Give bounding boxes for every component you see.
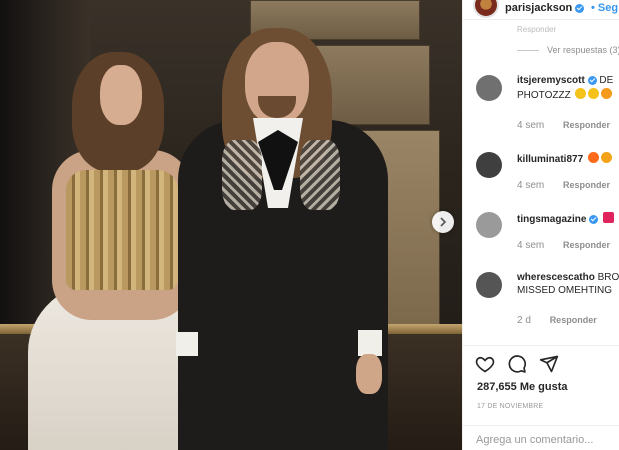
comment-time: 4 sem xyxy=(517,180,545,191)
verified-badge-icon xyxy=(589,214,599,224)
comment-meta: 2 d Responder xyxy=(517,315,597,326)
comment-text-line: PHOTOZZZ xyxy=(517,88,613,101)
comment-username[interactable]: wherescescatho BRO xyxy=(517,272,619,283)
comment-username-text: wherescescatho xyxy=(517,272,595,283)
comment-username-text: tingsmagazine xyxy=(517,214,587,225)
view-replies-link[interactable]: Ver respuestas (3) xyxy=(517,45,619,55)
comment-time: 2 d xyxy=(517,315,531,326)
comment-time: 4 sem xyxy=(517,240,545,251)
follow-button[interactable]: • Seg xyxy=(591,2,618,14)
comment-username[interactable]: killuminati877 xyxy=(517,152,612,165)
reply-button[interactable]: Responder xyxy=(563,240,610,250)
avatar[interactable] xyxy=(473,0,499,18)
comment-box xyxy=(463,425,619,450)
reply-button[interactable]: Responder xyxy=(563,120,610,130)
avatar[interactable] xyxy=(476,272,502,298)
comment-time: 4 sem xyxy=(517,120,545,131)
comment-meta: 4 sem Responder xyxy=(517,120,610,131)
comment-meta: 4 sem Responder xyxy=(517,240,610,251)
post-username[interactable]: parisjackson xyxy=(505,2,585,14)
comment-text-cont: PHOTOZZZ xyxy=(517,90,571,101)
post-actions xyxy=(463,345,619,375)
comment-username[interactable]: tingsmagazine xyxy=(517,212,615,225)
suit-chain-left xyxy=(222,140,262,210)
reply-button[interactable]: Responder xyxy=(550,315,597,325)
comment-username-text: itsjeremyscott xyxy=(517,75,585,86)
likes-count[interactable]: 287,655 Me gusta xyxy=(477,381,568,393)
comment-icon[interactable] xyxy=(507,354,527,374)
reply-button[interactable]: Responder xyxy=(563,180,610,190)
share-icon[interactable] xyxy=(539,354,559,374)
comment-meta: 4 sem Responder xyxy=(517,180,610,191)
heart-icon[interactable] xyxy=(475,354,495,374)
post-header: parisjackson • Seg xyxy=(463,0,619,20)
shirt-cuff-left xyxy=(176,332,198,356)
post-photo[interactable] xyxy=(0,0,462,450)
verified-badge-icon xyxy=(587,75,597,85)
comment-input[interactable] xyxy=(476,434,611,446)
comment-username-text: killuminati877 xyxy=(517,154,584,165)
emoji-icon xyxy=(600,152,612,163)
shirt-cuff-right xyxy=(358,330,382,356)
comment-text: DE xyxy=(599,75,614,86)
comment-username[interactable]: itsjeremyscott DE xyxy=(517,75,613,86)
dress-bodice xyxy=(66,170,178,290)
reply-link[interactable]: Responder xyxy=(517,25,556,34)
avatar[interactable] xyxy=(476,75,502,101)
avatar[interactable] xyxy=(476,212,502,238)
post-date: 17 DE NOVIEMBRE xyxy=(477,403,544,410)
emoji-icon xyxy=(588,88,600,99)
woman-face xyxy=(100,65,142,125)
comment-text: BRO xyxy=(597,272,619,283)
chevron-right-icon xyxy=(440,217,447,227)
next-photo-button[interactable] xyxy=(432,211,454,233)
avatar[interactable] xyxy=(476,152,502,178)
verified-badge-icon xyxy=(575,3,585,13)
man-hand xyxy=(356,354,382,394)
emoji-icon xyxy=(575,88,587,99)
post-username-text: parisjackson xyxy=(505,2,573,14)
fire-emoji-icon xyxy=(587,152,599,163)
heart-emoji-icon xyxy=(603,212,615,223)
post-side-panel: parisjackson • Seg Responder Ver respues… xyxy=(462,0,619,450)
emoji-icon xyxy=(601,88,613,99)
comment-text-cont: MISSED OMEHTING xyxy=(517,285,613,296)
suit-chain-right xyxy=(300,140,340,210)
